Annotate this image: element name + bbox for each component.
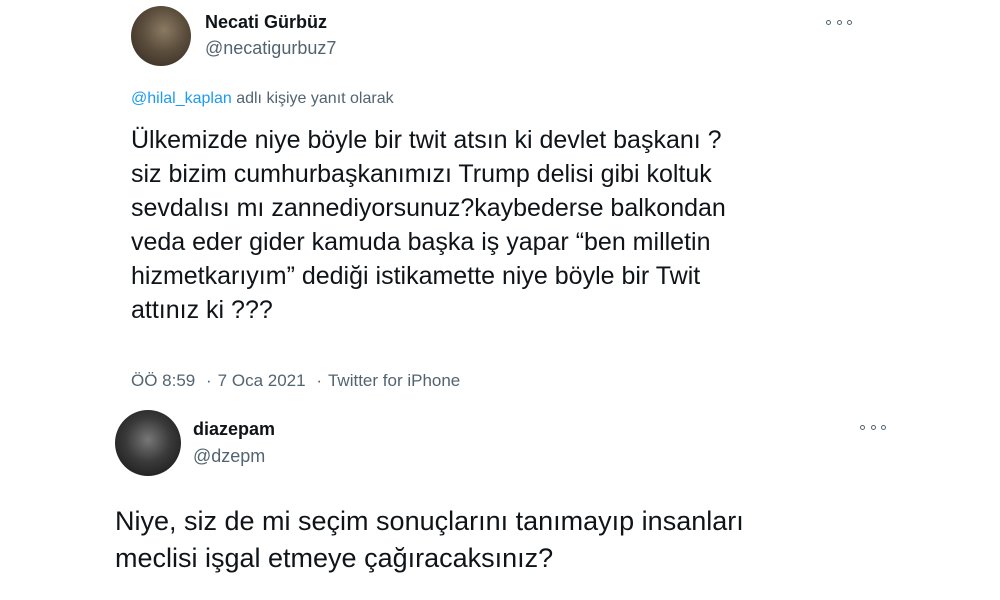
avatar[interactable] (115, 410, 181, 476)
metadata-separator: · (206, 371, 212, 390)
more-horizontal-icon[interactable] (826, 16, 852, 28)
display-name[interactable]: Necati Gürbüz (205, 12, 327, 33)
user-handle[interactable]: @necatigurbuz7 (205, 38, 336, 59)
display-name[interactable]: diazepam (193, 419, 275, 440)
tweet-1[interactable]: Necati Gürbüz @necatigurbuz7 @hilal_kapl… (0, 0, 1000, 405)
reply-context-label: adlı kişiye yanıt olarak (231, 90, 394, 107)
tweet-time[interactable]: ÖÖ 8:59 (131, 371, 195, 390)
tweet-metadata: ÖÖ 8:59 · 7 Oca 2021 · Twitter for iPhone (131, 371, 460, 391)
metadata-separator: · (316, 371, 322, 390)
tweet-source[interactable]: Twitter for iPhone (328, 371, 460, 390)
reply-context: @hilal_kaplan adlı kişiye yanıt olarak (131, 90, 394, 108)
more-horizontal-icon[interactable] (860, 421, 886, 433)
tweet-text: Ülkemizde niye böyle bir twit atsın ki d… (131, 126, 726, 324)
tweet-text: Niye, siz de mi seçim sonuçlarını tanıma… (115, 506, 744, 573)
tweet-date[interactable]: 7 Oca 2021 (218, 371, 306, 390)
reply-mention-link[interactable]: @hilal_kaplan (131, 90, 232, 107)
avatar[interactable] (131, 6, 191, 66)
user-handle[interactable]: @dzepm (193, 446, 265, 467)
